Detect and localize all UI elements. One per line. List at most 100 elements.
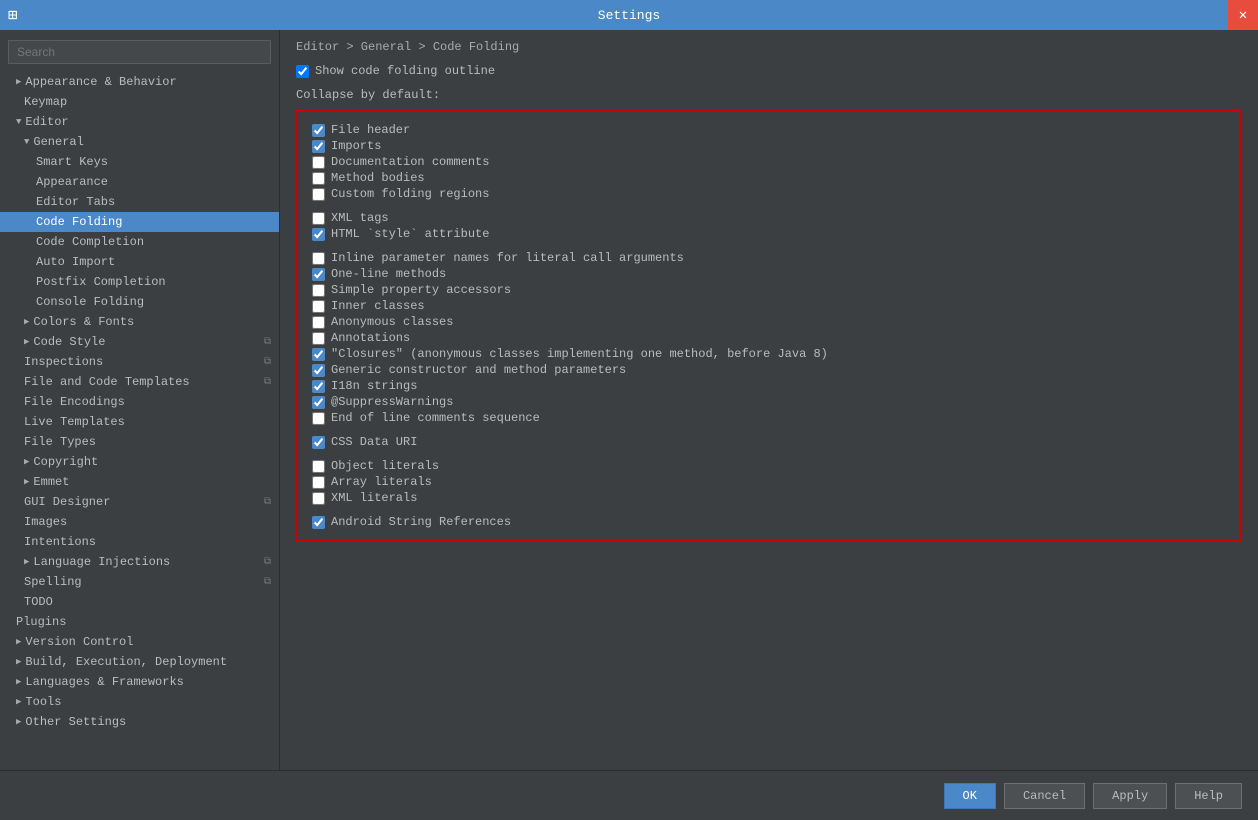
checkbox-html-style[interactable] xyxy=(312,228,325,241)
checkbox-row-inline-params: Inline parameter names for literal call … xyxy=(312,250,1226,266)
sidebar-label-auto-import: Auto Import xyxy=(36,255,115,269)
sidebar-item-intentions[interactable]: Intentions xyxy=(0,532,279,552)
checkbox-row-end-of-line: End of line comments sequence xyxy=(312,410,1226,426)
show-folding-row: Show code folding outline xyxy=(296,64,1242,78)
sidebar-item-gui-designer[interactable]: GUI Designer⧉ xyxy=(0,492,279,512)
sidebar-item-other-settings[interactable]: ▶Other Settings xyxy=(0,712,279,732)
sidebar-label-code-folding: Code Folding xyxy=(36,215,122,229)
expand-arrow-emmet: ▶ xyxy=(24,477,29,487)
separator-20 xyxy=(312,426,1226,434)
sidebar-item-smart-keys[interactable]: Smart Keys xyxy=(0,152,279,172)
copy-icon-code-style: ⧉ xyxy=(264,336,271,348)
sidebar-item-copyright[interactable]: ▶Copyright xyxy=(0,452,279,472)
checkbox-inline-params[interactable] xyxy=(312,252,325,265)
sidebar-item-appearance[interactable]: Appearance xyxy=(0,172,279,192)
sidebar-label-tools: Tools xyxy=(25,695,61,709)
sidebar-item-emmet[interactable]: ▶Emmet xyxy=(0,472,279,492)
collapse-label: Collapse by default: xyxy=(296,88,1242,102)
sidebar-label-plugins: Plugins xyxy=(16,615,66,629)
checkbox-row-suppress-warnings: @SuppressWarnings xyxy=(312,394,1226,410)
sidebar-item-keymap[interactable]: Keymap xyxy=(0,92,279,112)
checkbox-file-header[interactable] xyxy=(312,124,325,137)
sidebar-item-plugins[interactable]: Plugins xyxy=(0,612,279,632)
expand-arrow-code-style: ▶ xyxy=(24,337,29,347)
sidebar-item-tools[interactable]: ▶Tools xyxy=(0,692,279,712)
checkbox-array-literals[interactable] xyxy=(312,476,325,489)
sidebar-item-inspections[interactable]: Inspections⧉ xyxy=(0,352,279,372)
sidebar-item-postfix-completion[interactable]: Postfix Completion xyxy=(0,272,279,292)
sidebar-label-editor: Editor xyxy=(25,115,68,129)
checkbox-generic-constructor[interactable] xyxy=(312,364,325,377)
apply-button[interactable]: Apply xyxy=(1093,783,1167,809)
checkbox-closures[interactable] xyxy=(312,348,325,361)
checkbox-doc-comments[interactable] xyxy=(312,156,325,169)
sidebar: ▶Appearance & BehaviorKeymap▼Editor▼Gene… xyxy=(0,30,280,770)
ok-button[interactable]: OK xyxy=(944,783,996,809)
sidebar-item-file-code-templates[interactable]: File and Code Templates⧉ xyxy=(0,372,279,392)
sidebar-item-images[interactable]: Images xyxy=(0,512,279,532)
sidebar-item-build-execution[interactable]: ▶Build, Execution, Deployment xyxy=(0,652,279,672)
checkbox-label-android-string: Android String References xyxy=(331,515,511,529)
checkbox-object-literals[interactable] xyxy=(312,460,325,473)
sidebar-label-file-encodings: File Encodings xyxy=(24,395,125,409)
checkbox-label-one-line-methods: One-line methods xyxy=(331,267,446,281)
sidebar-item-spelling[interactable]: Spelling⧉ xyxy=(0,572,279,592)
checkbox-css-data-uri[interactable] xyxy=(312,436,325,449)
sidebar-item-editor[interactable]: ▼Editor xyxy=(0,112,279,132)
sidebar-item-console-folding[interactable]: Console Folding xyxy=(0,292,279,312)
checkbox-custom-folding[interactable] xyxy=(312,188,325,201)
checkbox-inner-classes[interactable] xyxy=(312,300,325,313)
checkbox-label-xml-literals: XML literals xyxy=(331,491,417,505)
show-folding-checkbox[interactable] xyxy=(296,65,309,78)
checkbox-row-i18n-strings: I18n strings xyxy=(312,378,1226,394)
checkbox-android-string[interactable] xyxy=(312,516,325,529)
sidebar-label-editor-tabs: Editor Tabs xyxy=(36,195,115,209)
help-button[interactable]: Help xyxy=(1175,783,1242,809)
checkbox-annotations[interactable] xyxy=(312,332,325,345)
checkbox-suppress-warnings[interactable] xyxy=(312,396,325,409)
checkbox-row-anonymous-classes: Anonymous classes xyxy=(312,314,1226,330)
checkbox-end-of-line[interactable] xyxy=(312,412,325,425)
sidebar-label-gui-designer: GUI Designer xyxy=(24,495,110,509)
sidebar-label-appearance-behavior: Appearance & Behavior xyxy=(25,75,176,89)
search-input[interactable] xyxy=(8,40,271,64)
sidebar-item-languages-frameworks[interactable]: ▶Languages & Frameworks xyxy=(0,672,279,692)
window-title: Settings xyxy=(598,8,660,23)
sidebar-item-code-folding[interactable]: Code Folding xyxy=(0,212,279,232)
checkbox-anonymous-classes[interactable] xyxy=(312,316,325,329)
sidebar-item-general[interactable]: ▼General xyxy=(0,132,279,152)
sidebar-item-todo[interactable]: TODO xyxy=(0,592,279,612)
sidebar-item-appearance-behavior[interactable]: ▶Appearance & Behavior xyxy=(0,72,279,92)
separator-5 xyxy=(312,202,1226,210)
sidebar-item-file-encodings[interactable]: File Encodings xyxy=(0,392,279,412)
sidebar-item-code-completion[interactable]: Code Completion xyxy=(0,232,279,252)
checkbox-imports[interactable] xyxy=(312,140,325,153)
checkbox-method-bodies[interactable] xyxy=(312,172,325,185)
sidebar-label-colors-fonts: Colors & Fonts xyxy=(33,315,134,329)
sidebar-item-auto-import[interactable]: Auto Import xyxy=(0,252,279,272)
checkbox-label-object-literals: Object literals xyxy=(331,459,439,473)
sidebar-label-intentions: Intentions xyxy=(24,535,96,549)
sidebar-item-colors-fonts[interactable]: ▶Colors & Fonts xyxy=(0,312,279,332)
checkbox-label-method-bodies: Method bodies xyxy=(331,171,425,185)
sidebar-item-editor-tabs[interactable]: Editor Tabs xyxy=(0,192,279,212)
checkbox-row-simple-property: Simple property accessors xyxy=(312,282,1226,298)
sidebar-label-general: General xyxy=(33,135,83,149)
checkbox-xml-tags[interactable] xyxy=(312,212,325,225)
checkbox-list: File headerImportsDocumentation comments… xyxy=(312,122,1226,530)
expand-arrow-languages-frameworks: ▶ xyxy=(16,677,21,687)
checkbox-row-android-string: Android String References xyxy=(312,514,1226,530)
cancel-button[interactable]: Cancel xyxy=(1004,783,1085,809)
sidebar-item-file-types[interactable]: File Types xyxy=(0,432,279,452)
checkbox-simple-property[interactable] xyxy=(312,284,325,297)
checkbox-xml-literals[interactable] xyxy=(312,492,325,505)
checkbox-one-line-methods[interactable] xyxy=(312,268,325,281)
sidebar-item-version-control[interactable]: ▶Version Control xyxy=(0,632,279,652)
sidebar-item-language-injections[interactable]: ▶Language Injections⧉ xyxy=(0,552,279,572)
checkbox-label-css-data-uri: CSS Data URI xyxy=(331,435,417,449)
close-button[interactable]: ✕ xyxy=(1228,0,1258,30)
sidebar-item-code-style[interactable]: ▶Code Style⧉ xyxy=(0,332,279,352)
checkbox-i18n-strings[interactable] xyxy=(312,380,325,393)
sidebar-item-live-templates[interactable]: Live Templates xyxy=(0,412,279,432)
checkbox-row-annotations: Annotations xyxy=(312,330,1226,346)
